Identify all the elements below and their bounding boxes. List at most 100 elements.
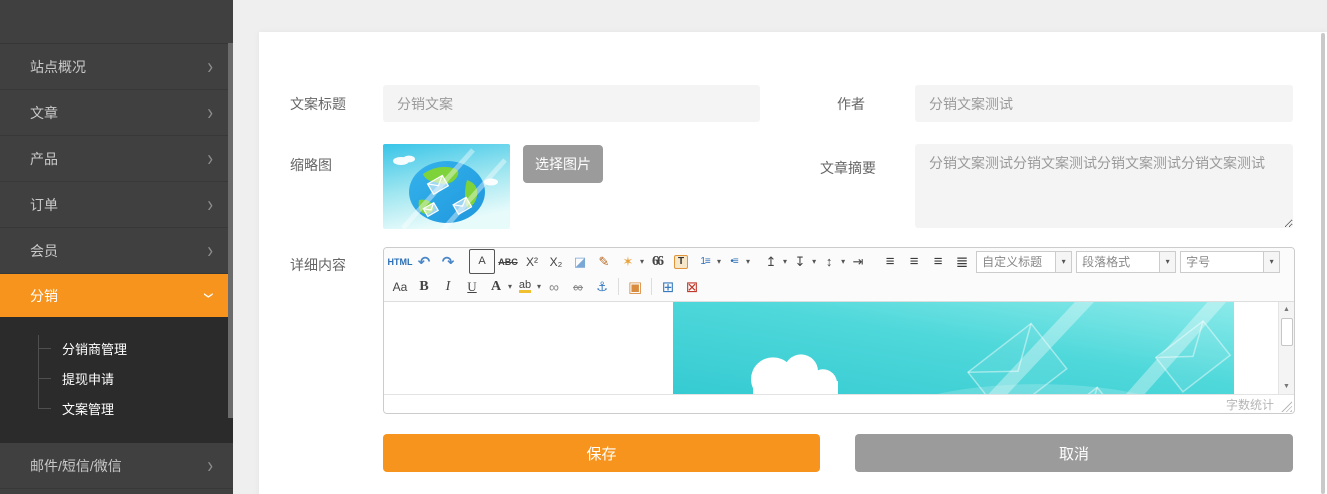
sidebar-item-label: 分销 — [30, 286, 207, 306]
editor-content-area[interactable]: ▲ ▼ — [384, 302, 1294, 394]
content-banner-image — [673, 302, 1234, 394]
editor-toolbar: HTML ↶ ↷ A ABC X² X₂ ◪ ✎ ✶ ▾ 66 T — [384, 248, 1294, 302]
blockquote-icon[interactable]: 66 — [646, 251, 668, 272]
chevron-down-icon: › — [199, 293, 221, 299]
submenu-item-distributor-management[interactable]: 分销商管理 — [0, 333, 233, 363]
align-left-icon[interactable]: ≡ — [879, 251, 901, 272]
toolbar-row-1: HTML ↶ ↷ A ABC X² X₂ ◪ ✎ ✶ ▾ 66 T — [388, 249, 1290, 274]
sidebar-item-articles[interactable]: 文章 › — [0, 90, 233, 136]
submenu-item-copywriting-management[interactable]: 文案管理 — [0, 393, 233, 423]
sidebar-scrollbar[interactable] — [228, 43, 233, 418]
redo-icon[interactable]: ↷ — [437, 251, 459, 272]
dropdown-caret-icon[interactable]: ▾ — [841, 257, 845, 266]
space-above-icon[interactable]: ↥ — [760, 251, 782, 272]
remove-format-icon[interactable]: ◪ — [569, 251, 591, 272]
scrollbar-thumb[interactable] — [1281, 318, 1293, 346]
sidebar-item-label: 邮件/短信/微信 — [30, 456, 207, 476]
toolbar-separator — [651, 278, 652, 295]
align-center-icon[interactable]: ≡ — [903, 251, 925, 272]
title-input[interactable] — [383, 85, 760, 122]
paste-text-icon[interactable]: T — [674, 255, 688, 269]
dropdown-caret-icon[interactable]: ▾ — [1055, 252, 1071, 272]
table-icon[interactable]: ⊞ — [657, 276, 679, 297]
dropdown-caret-icon[interactable]: ▾ — [537, 282, 541, 291]
toolbar-separator — [618, 278, 619, 295]
align-justify-icon[interactable]: ≣ — [951, 251, 973, 272]
align-right-icon[interactable]: ≡ — [927, 251, 949, 272]
delete-table-icon[interactable]: ⊠ — [681, 276, 703, 297]
sidebar-item-site-overview[interactable]: 站点概况 › — [0, 44, 233, 90]
dropdown-caret-icon[interactable]: ▾ — [640, 257, 644, 266]
auto-typeset-icon[interactable]: ✶ — [617, 251, 639, 272]
dropdown-caret-icon[interactable]: ▾ — [746, 257, 750, 266]
summary-label: 文章摘要 — [820, 158, 876, 178]
resize-grip-icon[interactable] — [1281, 401, 1292, 412]
unlink-icon[interactable]: ∞ — [567, 276, 589, 297]
format-brush-icon[interactable]: ✎ — [593, 251, 615, 272]
strikethrough-icon[interactable]: ABC — [497, 251, 519, 272]
author-input[interactable] — [915, 85, 1293, 122]
dropdown-caret-icon[interactable]: ▾ — [1159, 252, 1175, 272]
ordered-list-icon[interactable]: 1≡ — [694, 251, 716, 272]
submenu-item-withdrawal-requests[interactable]: 提现申请 — [0, 363, 233, 393]
save-button[interactable]: 保存 — [383, 434, 820, 472]
to-lowercase-icon[interactable]: Aa — [389, 276, 411, 297]
dropdown-caret-icon[interactable]: ▾ — [783, 257, 787, 266]
dropdown-caret-icon[interactable]: ▾ — [508, 282, 512, 291]
scroll-up-icon[interactable]: ▲ — [1279, 303, 1294, 316]
cancel-button[interactable]: 取消 — [855, 434, 1293, 472]
editor-status-bar: 字数统计 — [384, 394, 1294, 414]
link-icon[interactable]: ∞ — [543, 276, 565, 297]
summary-textarea[interactable]: 分销文案测试分销文案测试分销文案测试分销文案测试 — [915, 144, 1293, 228]
chevron-right-icon: › — [207, 147, 213, 169]
submenu-item-label: 提现申请 — [62, 369, 114, 388]
chevron-right-icon: › — [207, 239, 213, 261]
sidebar-item-label: 文章 — [30, 103, 207, 123]
unordered-list-icon[interactable]: •≡ — [723, 251, 745, 272]
page-scrollbar[interactable] — [1321, 33, 1325, 494]
scroll-down-icon[interactable]: ▼ — [1279, 380, 1294, 393]
line-height-icon[interactable]: ↕ — [818, 251, 840, 272]
thumbnail-label: 缩略图 — [290, 155, 332, 175]
rich-text-editor: HTML ↶ ↷ A ABC X² X₂ ◪ ✎ ✶ ▾ 66 T — [383, 247, 1295, 414]
source-code-icon[interactable]: HTML — [389, 251, 411, 272]
font-name-icon[interactable]: A — [469, 249, 495, 274]
bold-icon[interactable]: B — [413, 276, 435, 297]
image-icon[interactable]: ▣ — [624, 276, 646, 297]
sidebar-header — [0, 0, 233, 44]
chevron-right-icon: › — [207, 101, 213, 123]
paragraph-format-select[interactable]: 段落格式 ▾ — [1076, 251, 1176, 273]
heading-select[interactable]: 自定义标题 ▾ — [976, 251, 1072, 273]
indent-icon[interactable]: ⇥ — [847, 251, 869, 272]
sidebar-item-products[interactable]: 产品 › — [0, 136, 233, 182]
font-size-value: 字号 — [1181, 252, 1263, 272]
chevron-right-icon: › — [207, 193, 213, 215]
space-below-icon[interactable]: ↧ — [789, 251, 811, 272]
dropdown-caret-icon[interactable]: ▾ — [812, 257, 816, 266]
subscript-icon[interactable]: X₂ — [545, 251, 567, 272]
undo-icon[interactable]: ↶ — [413, 251, 435, 272]
chevron-right-icon: › — [207, 55, 213, 77]
font-color-icon[interactable]: A — [485, 276, 507, 297]
sidebar-item-mail-sms-wechat[interactable]: 邮件/短信/微信 › — [0, 443, 233, 489]
anchor-icon[interactable]: ⚓ — [591, 276, 613, 297]
heading-select-value: 自定义标题 — [977, 252, 1055, 272]
underline-icon[interactable]: U — [461, 276, 483, 297]
title-label: 文案标题 — [290, 94, 346, 114]
submenu-item-label: 分销商管理 — [62, 339, 127, 358]
highlight-icon[interactable]: ab — [519, 280, 531, 293]
font-size-select[interactable]: 字号 ▾ — [1180, 251, 1280, 273]
choose-image-button[interactable]: 选择图片 — [523, 145, 603, 183]
dropdown-caret-icon[interactable]: ▾ — [1263, 252, 1279, 272]
chevron-right-icon: › — [207, 454, 213, 476]
italic-icon[interactable]: I — [437, 276, 459, 297]
thumbnail-globe-illustration — [383, 144, 510, 229]
author-label: 作者 — [837, 94, 865, 114]
sidebar-item-distribution[interactable]: 分销 › — [0, 274, 233, 317]
sidebar-item-members[interactable]: 会员 › — [0, 228, 233, 274]
editor-scrollbar[interactable]: ▲ ▼ — [1278, 302, 1294, 394]
dropdown-caret-icon[interactable]: ▾ — [717, 257, 721, 266]
superscript-icon[interactable]: X² — [521, 251, 543, 272]
sidebar-item-orders[interactable]: 订单 › — [0, 182, 233, 228]
paragraph-format-value: 段落格式 — [1077, 252, 1159, 272]
